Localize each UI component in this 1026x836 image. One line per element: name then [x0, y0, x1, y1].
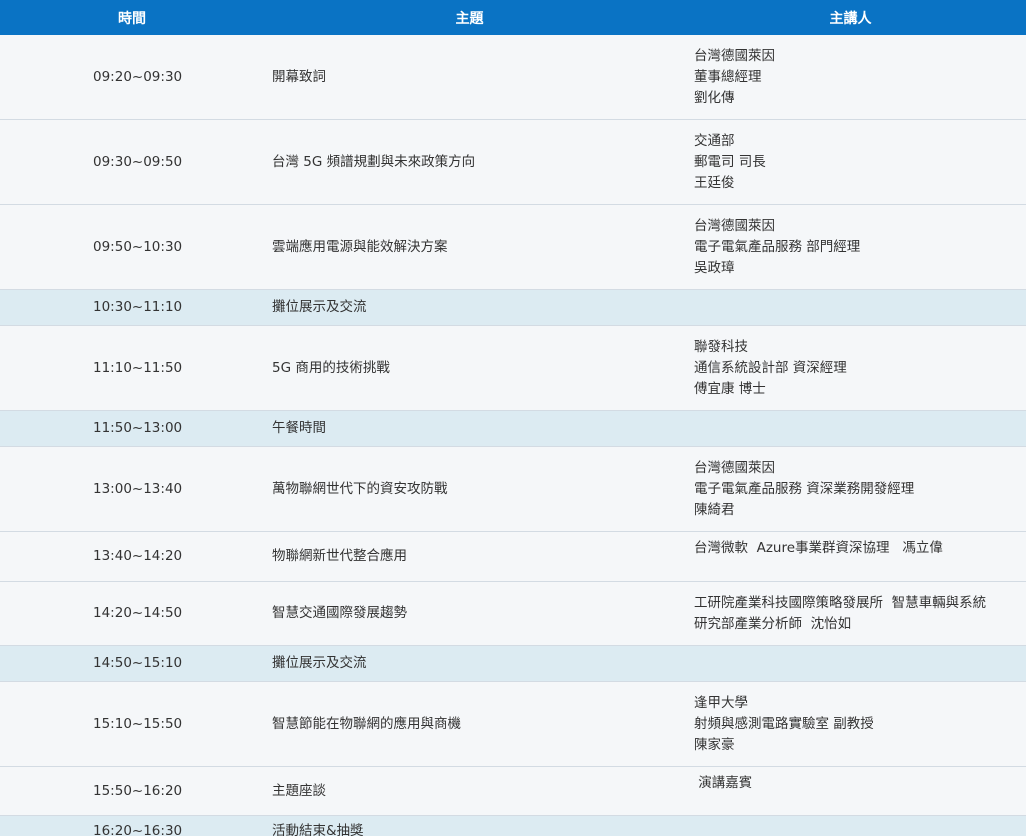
speaker-cell [675, 289, 1026, 326]
time-cell: 14:20~14:50 [0, 581, 264, 646]
topic-cell: 主題座談 [264, 766, 675, 816]
table-row: 09:50~10:30 雲端應用電源與能效解決方案 台灣德國萊因 電子電氣產品服… [0, 204, 1026, 290]
speaker-line: 通信系統設計部 資深經理 [694, 359, 847, 376]
speaker-cell [675, 645, 1026, 682]
speaker-line: 電子電氣產品服務 資深業務開發經理 [694, 480, 915, 497]
speaker-line: 工研院產業科技國際策略發展所 智慧車輛與系統 [694, 594, 987, 611]
speaker-line: 演講嘉賓 [694, 775, 753, 791]
speaker-line: 電子電氣產品服務 部門經理 [694, 238, 861, 255]
table-row: 11:50~13:00 午餐時間 [0, 410, 1026, 447]
speaker-line: 聯發科技 [694, 338, 748, 355]
speaker-line: 研究部產業分析師 沈怡如 [694, 615, 852, 632]
table-row: 13:00~13:40 萬物聯網世代下的資安攻防戰 台灣德國萊因 電子電氣產品服… [0, 446, 1026, 532]
speaker-line: 王廷俊 [694, 174, 735, 191]
speaker-line: 逢甲大學 [694, 694, 748, 711]
time-cell: 09:30~09:50 [0, 119, 264, 205]
table-row: 14:50~15:10 攤位展示及交流 [0, 645, 1026, 682]
speaker-line: 台灣德國萊因 [694, 47, 775, 64]
table-row: 10:30~11:10 攤位展示及交流 [0, 289, 1026, 326]
topic-cell: 5G 商用的技術挑戰 [264, 325, 675, 411]
table-row: 15:50~16:20 主題座談 演講嘉賓 [0, 766, 1026, 816]
speaker-cell: 演講嘉賓 [675, 766, 1026, 816]
table-row: 09:30~09:50 台灣 5G 頻譜規劃與未來政策方向 交通部 郵電司 司長… [0, 119, 1026, 205]
speaker-cell: 台灣德國萊因 電子電氣產品服務 資深業務開發經理 陳綺君 [675, 446, 1026, 532]
speaker-cell: 逢甲大學 射頻與感測電路實驗室 副教授 陳家豪 [675, 681, 1026, 767]
time-cell: 16:20~16:30 [0, 815, 264, 836]
agenda-table: 時間 主題 主講人 09:20~09:30 開幕致詞 台灣德國萊因 董事總經理 … [0, 0, 1026, 836]
speaker-cell [675, 815, 1026, 836]
time-cell: 13:00~13:40 [0, 446, 264, 532]
topic-cell: 台灣 5G 頻譜規劃與未來政策方向 [264, 119, 675, 205]
table-row: 13:40~14:20 物聯網新世代整合應用 台灣微軟 Azure事業群資深協理… [0, 531, 1026, 582]
speaker-line: 郵電司 司長 [694, 153, 766, 170]
time-cell: 14:50~15:10 [0, 645, 264, 682]
table-header-row: 時間 主題 主講人 [0, 0, 1026, 35]
time-cell: 10:30~11:10 [0, 289, 264, 326]
time-cell: 09:20~09:30 [0, 35, 264, 120]
time-cell: 13:40~14:20 [0, 531, 264, 582]
header-topic: 主題 [264, 0, 675, 35]
speaker-line: 射頻與感測電路實驗室 副教授 [694, 715, 874, 732]
speaker-line: 陳綺君 [694, 501, 735, 518]
time-cell: 11:50~13:00 [0, 410, 264, 447]
topic-cell: 雲端應用電源與能效解決方案 [264, 204, 675, 290]
speaker-cell: 台灣微軟 Azure事業群資深協理 馮立偉 [675, 531, 1026, 582]
speaker-cell: 交通部 郵電司 司長 王廷俊 [675, 119, 1026, 205]
time-cell: 15:10~15:50 [0, 681, 264, 767]
table-row: 15:10~15:50 智慧節能在物聯網的應用與商機 逢甲大學 射頻與感測電路實… [0, 681, 1026, 767]
topic-cell: 攤位展示及交流 [264, 289, 675, 326]
speaker-line: 台灣德國萊因 [694, 217, 775, 234]
speaker-line: 劉化傳 [694, 89, 735, 106]
topic-cell: 智慧交通國際發展趨勢 [264, 581, 675, 646]
speaker-cell: 台灣德國萊因 董事總經理 劉化傳 [675, 35, 1026, 120]
speaker-line: 董事總經理 [694, 68, 762, 85]
header-time: 時間 [0, 0, 264, 35]
topic-cell: 物聯網新世代整合應用 [264, 531, 675, 582]
speaker-cell [675, 410, 1026, 447]
speaker-line: 台灣德國萊因 [694, 459, 775, 476]
speaker-cell: 台灣德國萊因 電子電氣產品服務 部門經理 吳政璋 [675, 204, 1026, 290]
speaker-line: 交通部 [694, 132, 735, 149]
topic-cell: 開幕致詞 [264, 35, 675, 120]
time-cell: 15:50~16:20 [0, 766, 264, 816]
speaker-line: 吳政璋 [694, 259, 735, 276]
speaker-line: 傅宜康 博士 [694, 380, 766, 397]
table-row: 09:20~09:30 開幕致詞 台灣德國萊因 董事總經理 劉化傳 [0, 35, 1026, 120]
speaker-line: 台灣微軟 Azure事業群資深協理 馮立偉 [694, 540, 943, 556]
speaker-cell: 聯發科技 通信系統設計部 資深經理 傅宜康 博士 [675, 325, 1026, 411]
header-speaker: 主講人 [675, 0, 1026, 35]
speaker-line: 陳家豪 [694, 736, 735, 753]
table-row: 16:20~16:30 活動結束&抽獎 [0, 815, 1026, 836]
table-row: 11:10~11:50 5G 商用的技術挑戰 聯發科技 通信系統設計部 資深經理… [0, 325, 1026, 411]
time-cell: 09:50~10:30 [0, 204, 264, 290]
topic-cell: 活動結束&抽獎 [264, 815, 675, 836]
topic-cell: 智慧節能在物聯網的應用與商機 [264, 681, 675, 767]
speaker-cell: 工研院產業科技國際策略發展所 智慧車輛與系統 研究部產業分析師 沈怡如 [675, 581, 1026, 646]
time-cell: 11:10~11:50 [0, 325, 264, 411]
topic-cell: 午餐時間 [264, 410, 675, 447]
topic-cell: 攤位展示及交流 [264, 645, 675, 682]
topic-cell: 萬物聯網世代下的資安攻防戰 [264, 446, 675, 532]
table-row: 14:20~14:50 智慧交通國際發展趨勢 工研院產業科技國際策略發展所 智慧… [0, 581, 1026, 646]
